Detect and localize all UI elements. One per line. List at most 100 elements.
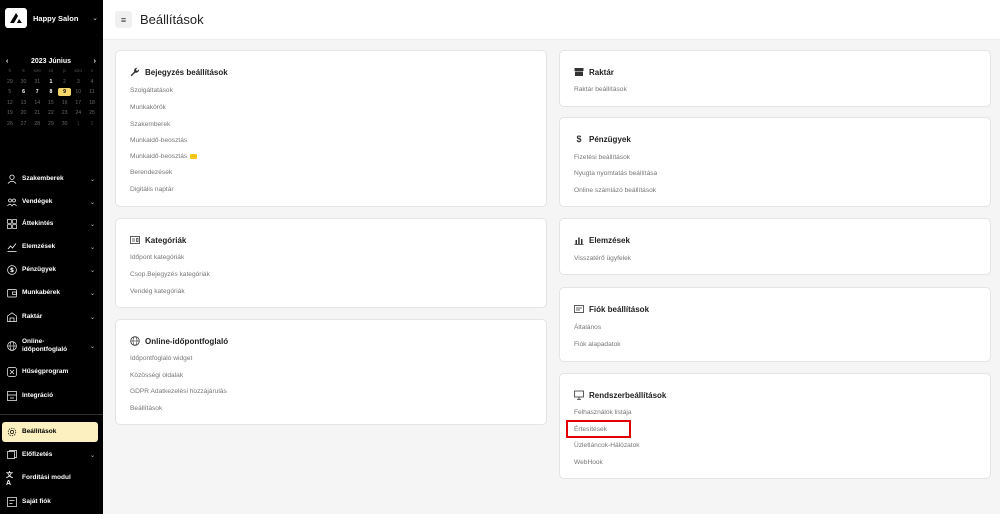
calendar-day[interactable]: 31 <box>30 79 44 85</box>
card-bejegyzes-beallitasok: Bejegyzés beállítások Szolgáltatások Mun… <box>115 50 547 207</box>
card-title-text: Pénzügyek <box>589 134 631 144</box>
link-felhasznalok-listaja[interactable]: Felhasználók listája <box>574 409 632 416</box>
link-vendeg-kategoriak[interactable]: Vendég kategóriák <box>130 288 185 295</box>
card-title: Raktár <box>574 67 614 77</box>
sidebar-item-elemzesek[interactable]: Elemzések ⌄ <box>0 237 103 257</box>
chevron-down-icon: ⌄ <box>89 176 95 183</box>
calendar-day[interactable]: 8 <box>44 89 58 95</box>
link-fizetesi-beallitasok[interactable]: Fizetési beállítások <box>574 154 630 161</box>
link-digitalis-naptar[interactable]: Digitális naptár <box>130 186 174 193</box>
sidebar-item-penzugyek[interactable]: $ Pénzügyek ⌄ <box>0 260 103 280</box>
link-szolgaltatasok[interactable]: Szolgáltatások <box>130 87 173 94</box>
sidebar-item-label: Raktár <box>22 313 43 320</box>
sidebar-item-integracio[interactable]: Integráció <box>0 386 103 406</box>
calendar-day[interactable]: 3 <box>71 79 85 85</box>
calendar-day[interactable]: 25 <box>85 110 99 116</box>
calendar-day[interactable]: 1 <box>71 121 85 127</box>
calendar-day[interactable]: 24 <box>71 110 85 116</box>
calendar-day[interactable]: 2 <box>58 79 72 85</box>
chevron-down-icon: ⌄ <box>89 267 95 274</box>
link-kozossegi-oldalak[interactable]: Közösségi oldalak <box>130 372 183 379</box>
calendar-day[interactable]: 20 <box>17 110 31 116</box>
calendar-day[interactable]: 10 <box>71 89 85 95</box>
link-visszatero-ugyfelek[interactable]: Visszatérő ügyfelek <box>574 255 631 262</box>
svg-text:$: $ <box>9 267 13 274</box>
link-munkaido-beosztas-new[interactable]: Munkaidő-beosztás <box>130 153 198 160</box>
card-elemzesek: Elemzések Visszatérő ügyfelek <box>559 218 991 275</box>
calendar-day-selected[interactable]: 9 <box>57 88 72 97</box>
warehouse-icon <box>574 67 584 77</box>
link-munkakorok[interactable]: Munkakörök <box>130 104 166 111</box>
sidebar-item-szakemberek[interactable]: Szakemberek ⌄ <box>0 169 103 189</box>
salon-switcher[interactable]: Happy Salon ⌄ <box>5 7 98 29</box>
next-month-icon[interactable]: › <box>94 58 96 65</box>
link-berendezesek[interactable]: Berendezések <box>130 169 172 176</box>
calendar-day[interactable]: 12 <box>3 100 17 106</box>
calendar-day[interactable]: 23 <box>58 110 72 116</box>
subscription-icon <box>6 450 17 461</box>
calendar-day[interactable]: 21 <box>30 110 44 116</box>
link-online-szamlazo[interactable]: Online számlázó beállítások <box>574 187 656 194</box>
calendar-day[interactable]: 27 <box>17 121 31 127</box>
globe-icon <box>6 341 17 352</box>
link-raktar-beallitasok[interactable]: Raktár beállítások <box>574 86 627 93</box>
calendar-day[interactable]: 28 <box>30 121 44 127</box>
link-idopont-kategoriak[interactable]: Időpont kategóriák <box>130 254 184 261</box>
weekday-label: v <box>90 68 94 74</box>
card-title-text: Online-időpontfoglaló <box>145 336 229 346</box>
sidebar-item-vendegek[interactable]: Vendégek ⌄ <box>0 192 103 212</box>
calendar-day[interactable]: 7 <box>30 89 44 95</box>
calendar-day[interactable]: 13 <box>17 100 31 106</box>
calendar-day[interactable]: 2 <box>85 121 99 127</box>
link-altalanos[interactable]: Általános <box>574 324 601 331</box>
calendar-day[interactable]: 22 <box>44 110 58 116</box>
link-nyugta-nyomtatas[interactable]: Nyugta nyomtatás beállítása <box>574 170 657 177</box>
calendar-day[interactable]: 17 <box>71 100 85 106</box>
link-uzletlancok-halozatok[interactable]: Üzletláncok-Hálózatok <box>574 442 640 449</box>
link-munkaido-beosztas[interactable]: Munkaidő-beosztás <box>130 137 187 144</box>
calendar-day[interactable]: 1 <box>44 79 58 85</box>
prev-month-icon[interactable]: ‹ <box>6 58 8 65</box>
weekday-label: p <box>63 68 66 74</box>
calendar-day[interactable]: 15 <box>44 100 58 106</box>
calendar-day[interactable]: 18 <box>85 100 99 106</box>
link-szakemberek[interactable]: Szakemberek <box>130 121 170 128</box>
loyalty-icon <box>6 367 17 378</box>
sidebar-item-raktar[interactable]: Raktár ⌄ <box>0 307 103 327</box>
calendar-day[interactable]: 29 <box>3 79 17 85</box>
menu-icon[interactable]: ≡ <box>115 11 132 28</box>
sidebar-item-munkaberek[interactable]: Munkabérek ⌄ <box>0 283 103 303</box>
sidebar-item-beallitasok[interactable]: Beállítások <box>2 422 98 442</box>
sidebar-item-husegprogram[interactable]: Hűségprogram <box>0 362 103 382</box>
link-csop-bejegyzes-kategoriak[interactable]: Csop.Bejegyzés kategóriák <box>130 271 210 278</box>
calendar-week: 5 6 7 8 9 10 11 <box>3 87 99 98</box>
calendar-day[interactable]: 4 <box>85 79 99 85</box>
link-beallitasok[interactable]: Beállítások <box>130 405 162 412</box>
sidebar-item-label: Pénzügyek <box>22 266 56 273</box>
sidebar-item-online-idopontfoglalo[interactable]: Online- időpontfoglaló ⌄ <box>0 334 103 358</box>
account-card-icon <box>574 304 584 314</box>
calendar-day[interactable]: 19 <box>3 110 17 116</box>
calendar-day[interactable]: 30 <box>17 79 31 85</box>
card-title-text: Bejegyzés beállítások <box>145 67 228 77</box>
calendar-day[interactable]: 5 <box>3 89 17 95</box>
link-fiok-alapadatok[interactable]: Fiók alapadatok <box>574 341 621 348</box>
calendar-day[interactable]: 6 <box>17 89 31 95</box>
calendar-day[interactable]: 16 <box>58 100 72 106</box>
link-idopontfoglalo-widget[interactable]: Időpontfoglaló widget <box>130 355 192 362</box>
sidebar-item-elofizetes[interactable]: Előfizetés ⌄ <box>0 445 103 465</box>
sidebar-item-sajat-fiok[interactable]: Saját fiók <box>0 492 103 512</box>
sidebar-item-forditasi-modul[interactable]: 文A Fordítási modul <box>0 468 103 488</box>
wrench-icon <box>130 67 140 77</box>
users-icon <box>6 197 17 208</box>
link-webhook[interactable]: WebHook <box>574 459 603 466</box>
calendar-day[interactable]: 11 <box>85 89 99 95</box>
sidebar-item-attekintes[interactable]: Áttekintés ⌄ <box>0 214 103 234</box>
calendar-day[interactable]: 26 <box>3 121 17 127</box>
wallet-icon <box>6 288 17 299</box>
calendar-day[interactable]: 30 <box>58 121 72 127</box>
calendar-day[interactable]: 29 <box>44 121 58 127</box>
link-gdpr[interactable]: GDPR Adatkezelési hozzájárulás <box>130 388 227 395</box>
calendar-day[interactable]: 14 <box>30 100 44 106</box>
sidebar-item-label: Fordítási modul <box>22 474 71 481</box>
